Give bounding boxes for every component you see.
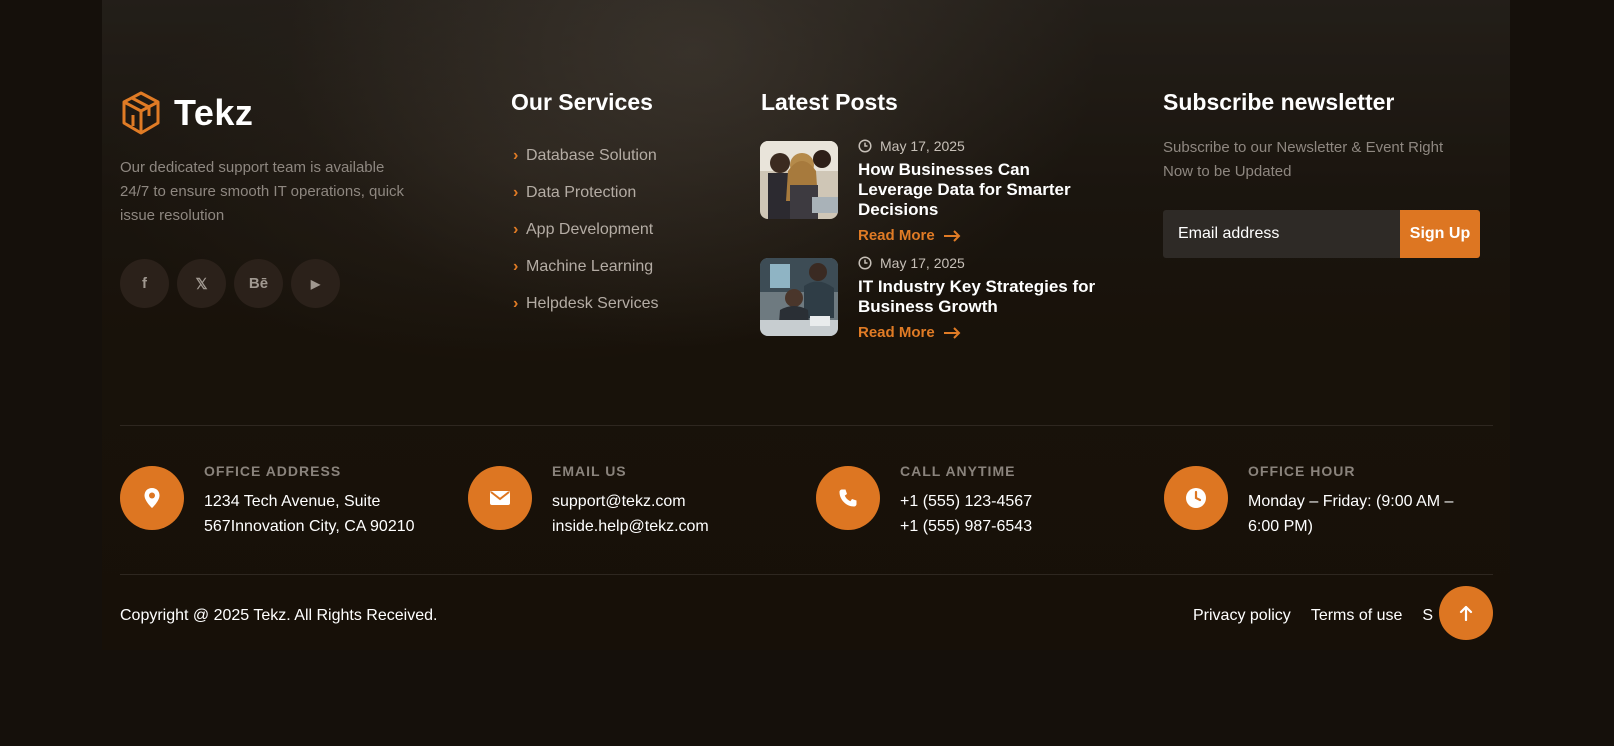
- post-thumbnail[interactable]: [760, 258, 838, 336]
- contact-line: Monday – Friday: (9:00 AM –: [1248, 493, 1454, 510]
- clock-icon: [858, 256, 872, 270]
- post-item: May 17, 2025 How Businesses Can Leverage…: [760, 138, 1108, 244]
- map-pin-icon: [120, 466, 184, 530]
- arrow-right-icon: [943, 229, 961, 242]
- brand-logo[interactable]: Tekz: [120, 90, 253, 136]
- brand-name: Tekz: [174, 92, 254, 133]
- service-link-data-protection[interactable]: › Data Protection: [513, 174, 659, 211]
- service-label: Machine Learning: [526, 257, 654, 275]
- service-link-database[interactable]: › Database Solution: [513, 137, 659, 174]
- social-links: f 𝕏 Bē ▶: [120, 259, 340, 308]
- post-title-link[interactable]: How Businesses Can Leverage Data for Sma…: [858, 160, 1108, 220]
- contact-label: CALL ANYTIME: [900, 463, 1016, 479]
- brand-description: Our dedicated support team is available …: [120, 159, 405, 224]
- read-more-link[interactable]: Read More: [858, 324, 1108, 341]
- behance-icon[interactable]: Bē: [234, 259, 283, 308]
- phone-link[interactable]: +1 (555) 987-6543: [900, 514, 1032, 539]
- contact-phone: CALL ANYTIME +1 (555) 123-4567 +1 (555) …: [816, 463, 1032, 539]
- service-link-helpdesk[interactable]: › Helpdesk Services: [513, 285, 659, 322]
- post-date: May 17, 2025: [858, 137, 1108, 155]
- read-more-label: Read More: [858, 227, 935, 244]
- post-date: May 17, 2025: [858, 254, 1108, 272]
- services-list: › Database Solution › Data Protection › App…: [513, 137, 659, 322]
- services-title: Our Services: [511, 89, 653, 115]
- newsletter-form: Sign Up: [1163, 210, 1480, 258]
- chevron-right-icon: ›: [513, 257, 519, 275]
- arrow-up-icon: [1459, 605, 1473, 621]
- post-title-link[interactable]: IT Industry Key Strategies for Business …: [858, 277, 1108, 317]
- contact-office-hour: OFFICE HOUR Monday – Friday: (9:00 AM – …: [1164, 463, 1453, 539]
- site-footer: Tekz Our dedicated support team is avail…: [102, 0, 1510, 650]
- post-thumbnail[interactable]: [760, 141, 838, 219]
- email-link[interactable]: support@tekz.com: [552, 489, 709, 514]
- terms-of-use-link[interactable]: Terms of use: [1311, 607, 1403, 625]
- x-twitter-icon[interactable]: 𝕏: [177, 259, 226, 308]
- post-date-text: May 17, 2025: [880, 138, 965, 154]
- clock-icon: [1164, 466, 1228, 530]
- newsletter-description: Subscribe to our Newsletter & Event Righ…: [1163, 139, 1444, 180]
- contact-label: OFFICE HOUR: [1248, 463, 1356, 479]
- youtube-icon[interactable]: ▶: [291, 259, 340, 308]
- clock-icon: [858, 139, 872, 153]
- service-label: Database Solution: [526, 146, 657, 164]
- truncated-link[interactable]: S: [1422, 607, 1433, 625]
- read-more-label: Read More: [858, 324, 935, 341]
- service-label: App Development: [526, 220, 654, 238]
- post-item: May 17, 2025 IT Industry Key Strategies …: [760, 255, 1108, 341]
- service-label: Data Protection: [526, 183, 637, 201]
- scroll-to-top-button[interactable]: [1439, 586, 1493, 640]
- chevron-right-icon: ›: [513, 220, 519, 238]
- divider: [120, 425, 1493, 426]
- contact-email: EMAIL US support@tekz.com inside.help@te…: [468, 463, 709, 539]
- phone-link[interactable]: +1 (555) 123-4567: [900, 489, 1032, 514]
- contact-line: 1234 Tech Avenue, Suite: [204, 493, 381, 510]
- contact-label: EMAIL US: [552, 463, 627, 479]
- service-link-app-development[interactable]: › App Development: [513, 211, 659, 248]
- contact-label: OFFICE ADDRESS: [204, 463, 342, 479]
- privacy-policy-link[interactable]: Privacy policy: [1193, 607, 1291, 625]
- email-input[interactable]: [1163, 210, 1400, 258]
- chevron-right-icon: ›: [513, 146, 519, 164]
- read-more-link[interactable]: Read More: [858, 227, 1108, 244]
- newsletter-title: Subscribe newsletter: [1163, 89, 1395, 115]
- phone-icon: [816, 466, 880, 530]
- facebook-icon[interactable]: f: [120, 259, 169, 308]
- contact-line: 567Innovation City, CA 90210: [204, 518, 415, 535]
- envelope-icon: [468, 466, 532, 530]
- service-label: Helpdesk Services: [526, 294, 659, 312]
- chevron-right-icon: ›: [513, 294, 519, 312]
- email-link[interactable]: inside.help@tekz.com: [552, 514, 709, 539]
- cube-network-logo-icon: [122, 91, 160, 135]
- post-date-text: May 17, 2025: [880, 255, 965, 271]
- contact-line: 6:00 PM): [1248, 518, 1313, 535]
- service-link-machine-learning[interactable]: › Machine Learning: [513, 248, 659, 285]
- copyright-text: Copyright @ 2025 Tekz. All Rights Receiv…: [120, 607, 438, 624]
- arrow-right-icon: [943, 326, 961, 339]
- divider: [120, 574, 1493, 575]
- chevron-right-icon: ›: [513, 183, 519, 201]
- posts-title: Latest Posts: [761, 89, 898, 115]
- contact-office-address: OFFICE ADDRESS 1234 Tech Avenue, Suite 5…: [120, 463, 415, 539]
- sign-up-button[interactable]: Sign Up: [1400, 210, 1480, 258]
